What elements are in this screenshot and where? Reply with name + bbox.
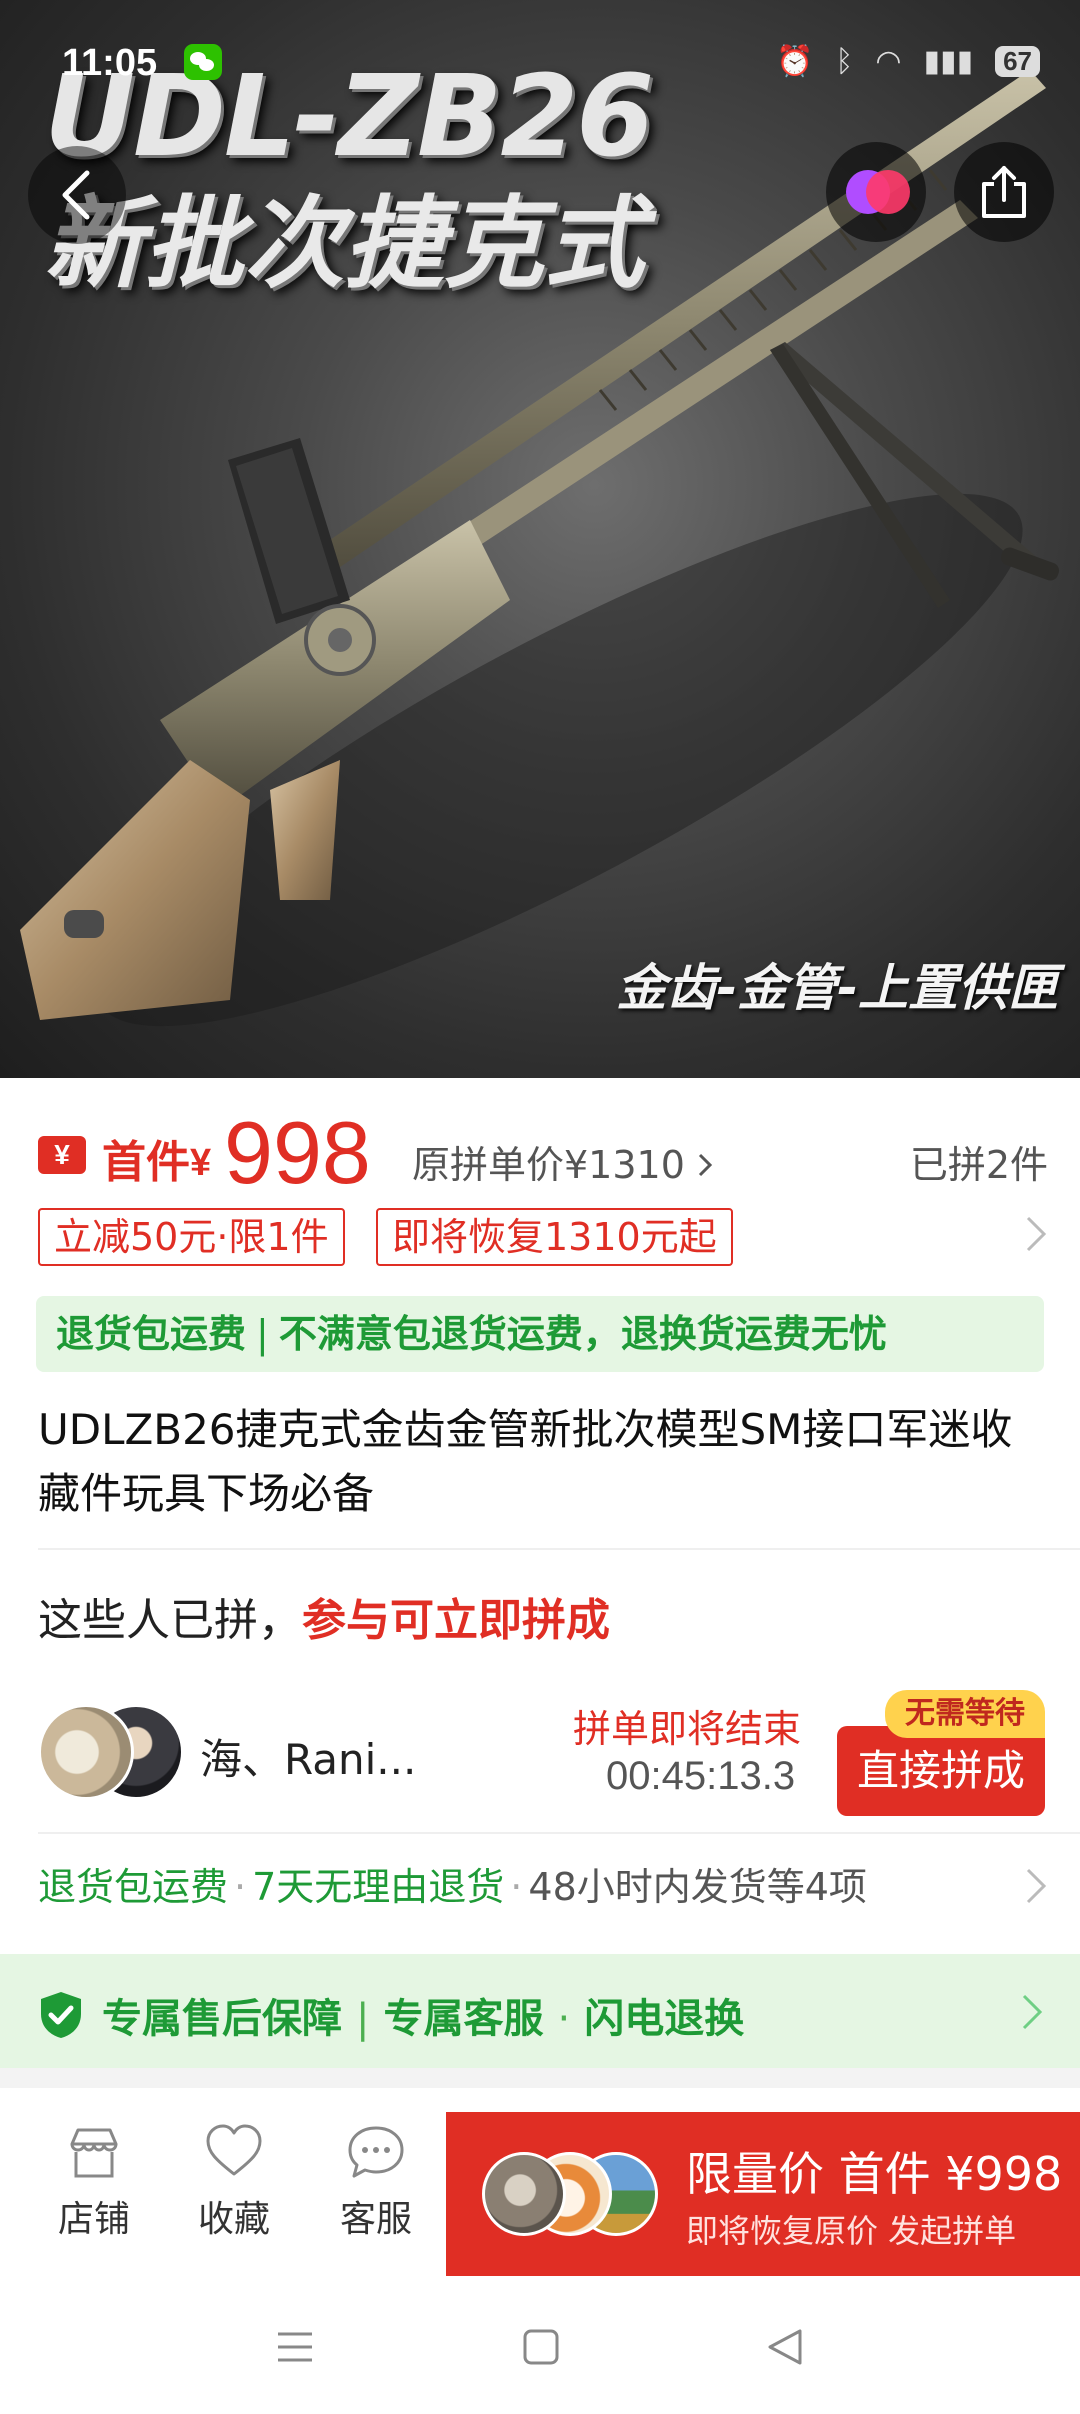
chevron-right-icon xyxy=(1026,1216,1047,1252)
group-buy-row: 海、Rani... 拼单即将结束 00:45:13.3 无需等待 直接拼成 xyxy=(38,1690,1048,1816)
wifi-icon: ◠ xyxy=(875,45,902,78)
menu-icon[interactable] xyxy=(274,2326,316,2368)
back-arrow-icon xyxy=(62,170,90,220)
nav-service-button[interactable]: 客服 xyxy=(316,2122,436,2242)
nav-service-label: 客服 xyxy=(339,2199,412,2240)
after-sales-bar[interactable]: 专属售后保障 | 专属客服 · 闪电退换 xyxy=(0,1954,1080,2068)
original-price-link[interactable]: 原拼单价¥1310 xyxy=(412,1134,713,1189)
coupon-icon: ¥ xyxy=(38,1136,86,1174)
service-row[interactable]: 退货包运费 · 7天无理由退货 · 48小时内发货等4项 xyxy=(38,1856,1048,1926)
group-ending-label: 拼单即将结束 xyxy=(573,1707,802,1751)
original-price-text: 原拼单价¥1310 xyxy=(412,1143,685,1187)
back-button[interactable] xyxy=(28,146,126,244)
service-shipping: 48小时内发货等4项 xyxy=(528,1865,867,1909)
chevron-right-icon xyxy=(698,1153,713,1177)
no-wait-badge: 无需等待 xyxy=(885,1690,1045,1738)
nav-store-button[interactable]: 店铺 xyxy=(34,2122,154,2242)
battery-icon: 67 xyxy=(995,46,1040,77)
divider xyxy=(38,1832,1080,1834)
service-dot: · xyxy=(234,1865,247,1909)
avatar xyxy=(38,1704,134,1800)
bottom-action-bar: 店铺 收藏 客服 限量价 首件 ¥998 即将恢复原价 发起拼单 xyxy=(0,2112,1080,2280)
service-7day-return: 7天无理由退货 xyxy=(252,1865,505,1909)
group-buy-heading-highlight: 参与可立即拼成 xyxy=(302,1595,610,1646)
nav-favorite-button[interactable]: 收藏 xyxy=(174,2122,294,2242)
after-sales-guarantee: 专属售后保障 xyxy=(102,1996,342,2042)
sold-count: 已拼2件 xyxy=(909,1143,1048,1187)
group-buy-heading: 这些人已拼，参与可立即拼成 xyxy=(38,1584,610,1648)
hero-subtitle: 新批次捷克式 xyxy=(44,185,644,302)
price-restore-tag: 即将恢复1310元起 xyxy=(376,1208,733,1266)
product-title: UDLZB26捷克式金齿金管新批次模型SM接口军迷收藏件玩具下场必备 xyxy=(38,1405,1013,1518)
currency-symbol: ¥ xyxy=(190,1142,212,1184)
after-sales-separator: | xyxy=(356,1996,370,2042)
back-triangle-icon[interactable] xyxy=(764,2326,806,2368)
shield-check-icon xyxy=(41,1992,81,2038)
chat-bubble-icon xyxy=(348,2126,404,2178)
service-return-shipping: 退货包运费 xyxy=(38,1865,229,1909)
service-dot: · xyxy=(510,1865,523,1909)
nav-favorite-label: 收藏 xyxy=(197,2199,270,2240)
multi-window-button[interactable] xyxy=(826,142,926,242)
return-shipping-detail: 不满意包退货运费，退换货运费无忧 xyxy=(278,1312,887,1356)
signal-icon: ▮▮▮ xyxy=(923,45,974,78)
store-icon xyxy=(70,2128,118,2178)
discount-tag: 立减50元·限1件 xyxy=(38,1208,345,1266)
countdown-timer: 00:45:13.3 xyxy=(606,1754,796,1798)
divider xyxy=(38,1548,1080,1550)
return-shipping-title: 退货包运费 xyxy=(56,1312,247,1356)
price-value: 998 xyxy=(224,1103,371,1202)
system-navigation-bar xyxy=(0,2290,1080,2414)
home-square-icon[interactable] xyxy=(520,2326,562,2368)
status-icons: ⏰ ᛒ ◠ ▮▮▮ 67 xyxy=(776,44,1040,79)
group-member-name: 海、Rani... xyxy=(200,1735,417,1784)
join-group-button[interactable]: 直接拼成 xyxy=(837,1726,1045,1816)
after-sales-customer-service: 专属客服 xyxy=(383,1996,544,2042)
promo-tags-row[interactable]: 立减50元·限1件 即将恢复1310元起 xyxy=(38,1208,1048,1268)
share-button[interactable] xyxy=(954,142,1054,242)
chevron-right-icon xyxy=(1026,1868,1047,1904)
buyer-avatars xyxy=(482,2152,662,2242)
share-icon xyxy=(982,166,1026,218)
return-shipping-banner: 退货包运费 | 不满意包退货运费，退换货运费无忧 xyxy=(36,1296,1044,1372)
first-item-label: 首件 xyxy=(102,1137,190,1188)
after-sales-fast-exchange: 闪电退换 xyxy=(584,1996,745,2042)
status-time: 11:05 xyxy=(62,42,158,84)
heart-icon xyxy=(206,2124,262,2176)
buy-button-main-label: 限量价 首件 ¥998 xyxy=(686,2147,1063,2201)
nav-store-label: 店铺 xyxy=(57,2199,130,2240)
multi-window-icon-overlay xyxy=(866,170,910,214)
after-sales-text: 专属售后保障 | 专属客服 · 闪电退换 xyxy=(102,1986,744,2044)
buy-button-sub-label: 即将恢复原价 发起拼单 xyxy=(686,2212,1017,2250)
wechat-notification-icon xyxy=(184,44,222,80)
group-buy-heading-prefix: 这些人已拼， xyxy=(38,1595,302,1646)
after-sales-dot: · xyxy=(557,1996,571,2042)
start-group-buy-button[interactable]: 限量价 首件 ¥998 即将恢复原价 发起拼单 xyxy=(446,2112,1080,2276)
status-bar: 11:05 ⏰ ᛒ ◠ ▮▮▮ 67 xyxy=(0,38,1080,90)
price-row: ¥ 首件 ¥ 998 原拼单价¥1310 已拼2件 xyxy=(38,1103,1048,1202)
product-image[interactable]: UDL-ZB26 新批次捷克式 金齿-金管-上置供匣 11:05 ⏰ ᛒ ◠ ▮… xyxy=(0,0,1080,1078)
section-gap xyxy=(0,2068,1080,2088)
chevron-right-icon xyxy=(1022,1994,1043,2030)
bluetooth-icon: ᛒ xyxy=(835,44,854,78)
banner-separator: | xyxy=(256,1312,269,1356)
alarm-icon: ⏰ xyxy=(776,45,814,78)
avatar xyxy=(482,2152,566,2236)
hero-tagline: 金齿-金管-上置供匣 xyxy=(616,959,1058,1017)
